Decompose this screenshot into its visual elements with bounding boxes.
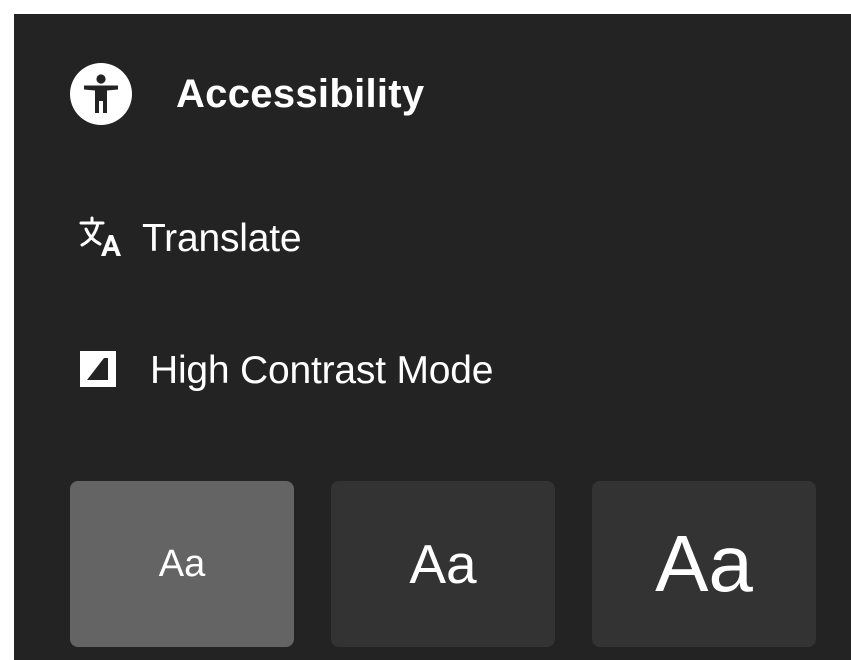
panel-header: Accessibility — [70, 62, 424, 126]
high-contrast-option[interactable]: High Contrast Mode — [78, 346, 493, 396]
accessibility-figure-icon — [84, 74, 118, 113]
translate-label: Translate — [142, 217, 302, 260]
translate-icon — [78, 215, 126, 264]
panel-title: Accessibility — [176, 71, 425, 116]
accessibility-panel: Accessibility Translate High Contrast Mo… — [14, 14, 851, 660]
high-contrast-label: High Contrast Mode — [150, 349, 494, 392]
translate-option[interactable]: Translate — [78, 214, 302, 264]
accessibility-icon — [70, 63, 132, 125]
text-size-small-button[interactable]: Aa — [70, 481, 294, 647]
text-size-selector: Aa Aa Aa — [70, 481, 816, 647]
contrast-icon — [78, 349, 118, 394]
text-size-medium-button[interactable]: Aa — [331, 481, 555, 647]
text-size-large-button[interactable]: Aa — [592, 481, 816, 647]
